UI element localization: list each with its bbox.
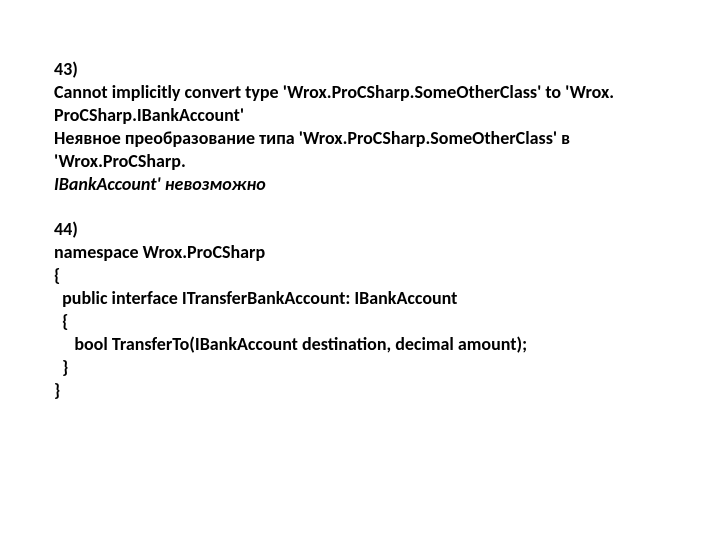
item-43-error-line-2: ProCSharp.IBankAccount' — [54, 104, 666, 127]
code-line-2: { — [54, 264, 666, 287]
item-44-number: 44) — [54, 218, 666, 241]
item-43-translation-line-2: 'Wrox.ProCSharp. — [54, 150, 666, 173]
ru-text-part-a: Неявное преобразование типа — [54, 127, 299, 149]
spacer — [54, 196, 666, 218]
item-43-translation-line-1: Неявное преобразование типа 'Wrox.ProCSh… — [54, 127, 666, 150]
ru-text-part-3b: невозможно — [165, 173, 266, 195]
code-line-1: namespace Wrox.ProCSharp — [54, 241, 666, 264]
ru-text-part-3a: IBankAccount' — [54, 173, 165, 195]
code-line-7: } — [54, 379, 666, 402]
code-line-3: public interface ITransferBankAccount: I… — [54, 287, 666, 310]
code-line-5: bool TransferTo(IBankAccount destination… — [54, 333, 666, 356]
item-43-translation-line-3: IBankAccount' невозможно — [54, 173, 666, 196]
code-line-6: } — [54, 356, 666, 379]
slide-content: 43) Cannot implicitly convert type 'Wrox… — [0, 0, 720, 402]
ru-text-part-b: 'Wrox.ProCSharp.SomeOtherClass' — [299, 127, 561, 149]
item-43-error-line-1: Cannot implicitly convert type 'Wrox.Pro… — [54, 81, 666, 104]
code-line-4: { — [54, 310, 666, 333]
ru-text-part-c: в — [561, 127, 570, 149]
item-43-number: 43) — [54, 58, 666, 81]
